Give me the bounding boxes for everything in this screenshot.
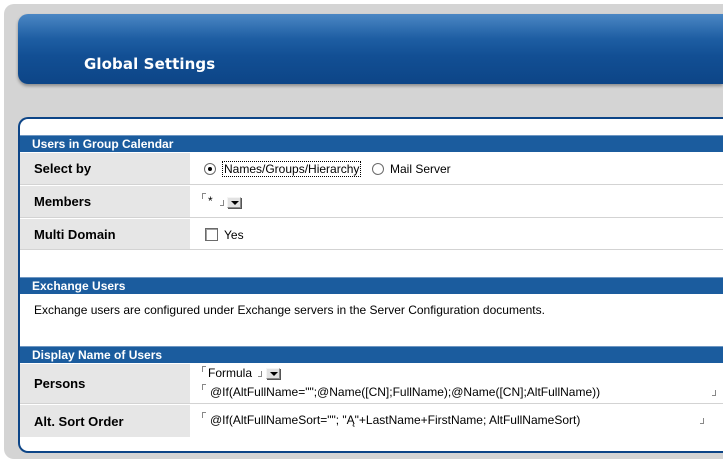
radio-mail-server[interactable] — [372, 163, 384, 175]
multi-domain-label: Multi Domain — [20, 219, 190, 249]
multi-domain-checkbox-label[interactable]: Yes — [224, 228, 244, 242]
title-bar: Global Settings — [18, 14, 723, 84]
alt-sort-order-label: Alt. Sort Order — [20, 405, 190, 437]
radio-label-mail-server[interactable]: Mail Server — [390, 162, 451, 176]
persons-type-dropdown-button[interactable] — [266, 368, 280, 379]
alt-sort-order-row: Alt. Sort Order @If(AltFullNameSort=""; … — [20, 405, 723, 437]
section-header-users-group-calendar: Users in Group Calendar — [20, 135, 723, 152]
page-title: Global Settings — [84, 55, 216, 73]
members-field[interactable]: * — [208, 194, 213, 208]
field-end-bracket-icon — [258, 371, 262, 377]
select-by-value: Names/Groups/Hierarchy Mail Server — [190, 153, 723, 184]
persons-row: Persons Formula @If(AltFullName="";@Name… — [20, 364, 723, 404]
members-label: Members — [20, 186, 190, 217]
radio-label-names-groups-hierarchy[interactable]: Names/Groups/Hierarchy — [222, 161, 362, 177]
field-end-bracket-icon — [220, 200, 224, 206]
section-header-exchange-users: Exchange Users — [20, 277, 723, 294]
multi-domain-checkbox[interactable] — [205, 228, 218, 241]
field-end-bracket-icon — [700, 418, 704, 424]
members-row: Members * — [20, 186, 723, 218]
members-dropdown-button[interactable] — [227, 197, 241, 208]
select-by-label: Select by — [20, 153, 190, 184]
settings-panel: Users in Group Calendar Select by Names/… — [18, 117, 723, 453]
alt-sort-order-value: @If(AltFullNameSort=""; "Ą"+LastName+Fir… — [190, 405, 723, 437]
persons-label: Persons — [20, 364, 190, 403]
persons-type-field[interactable]: Formula — [208, 366, 252, 380]
exchange-users-description: Exchange users are configured under Exch… — [34, 303, 545, 317]
radio-names-groups-hierarchy[interactable] — [204, 163, 216, 175]
persons-value: Formula @If(AltFullName="";@Name([CN];Fu… — [190, 364, 723, 403]
field-start-bracket-icon — [202, 193, 206, 199]
alt-sort-order-formula-field[interactable]: @If(AltFullNameSort=""; "Ą"+LastName+Fir… — [210, 413, 580, 427]
exchange-users-row: Exchange users are configured under Exch… — [20, 295, 723, 325]
persons-formula-field[interactable]: @If(AltFullName="";@Name([CN];FullName);… — [210, 385, 600, 399]
select-by-row: Select by Names/Groups/Hierarchy Mail Se… — [20, 153, 723, 185]
multi-domain-value: Yes — [190, 219, 723, 249]
field-start-bracket-icon — [202, 412, 206, 418]
multi-domain-row: Multi Domain Yes — [20, 219, 723, 250]
members-value: * — [190, 186, 723, 217]
field-end-bracket-icon — [712, 390, 716, 396]
section-header-display-name: Display Name of Users — [20, 346, 723, 363]
field-start-bracket-icon — [202, 384, 206, 390]
field-start-bracket-icon — [202, 366, 206, 372]
